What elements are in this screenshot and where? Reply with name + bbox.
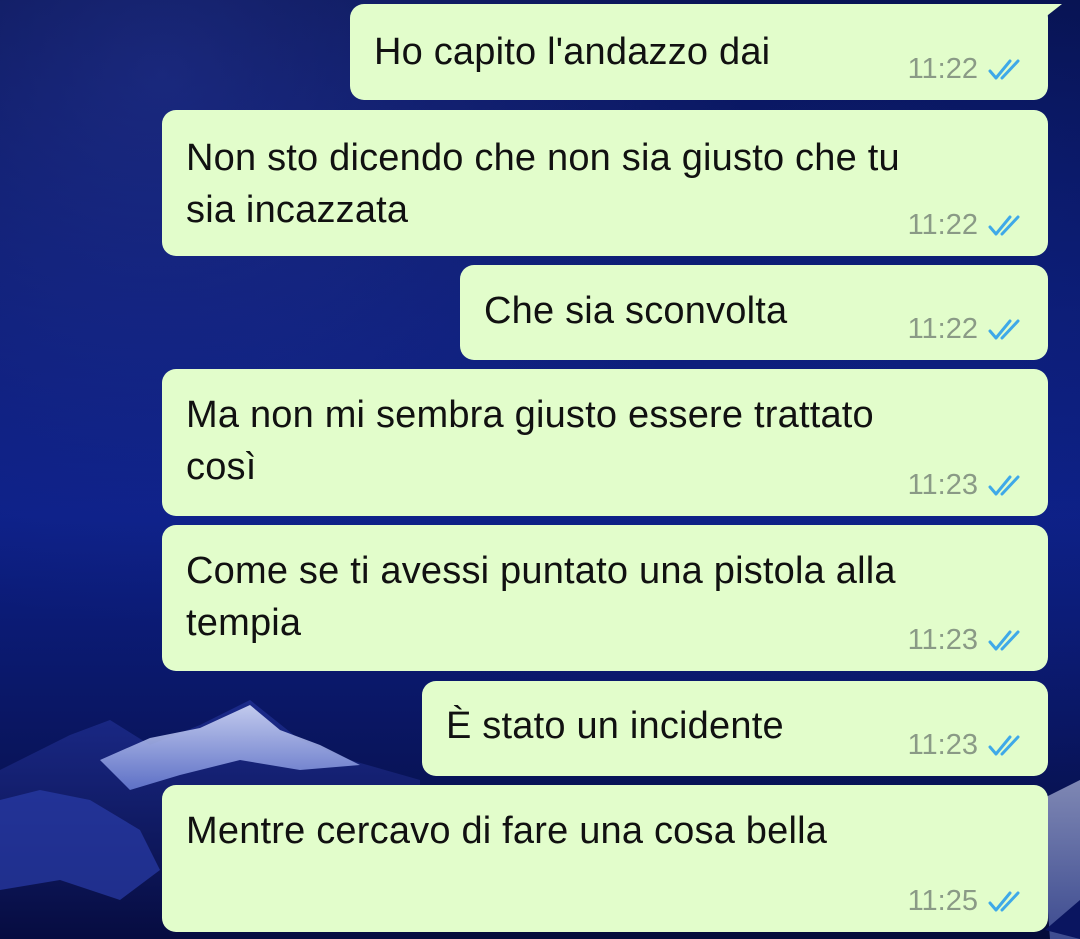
message-time: 11:22: [907, 313, 978, 345]
message-time: 11:23: [907, 469, 978, 501]
double-check-read-icon: [988, 319, 1020, 339]
message-text: Ma non mi sembra giusto essere trattato …: [186, 394, 874, 488]
outgoing-message[interactable]: Ho capito l'andazzo dai 11:22: [350, 4, 1062, 100]
outgoing-message[interactable]: Ma non mi sembra giusto essere trattato …: [162, 369, 1048, 516]
outgoing-message[interactable]: È stato un incidente 11:23: [422, 681, 1048, 776]
message-meta: 11:22: [908, 53, 1026, 86]
message-meta: 11:23: [908, 624, 1026, 657]
message-time: 11:23: [907, 624, 978, 656]
message-time: 11:22: [907, 209, 978, 241]
outgoing-message[interactable]: Non sto dicendo che non sia giusto che t…: [162, 110, 1048, 256]
message-text: Che sia sconvolta: [484, 290, 788, 332]
double-check-read-icon: [988, 215, 1020, 235]
outgoing-message[interactable]: Come se ti avessi puntato una pistola al…: [162, 525, 1048, 671]
double-check-read-icon: [988, 630, 1020, 650]
outgoing-message[interactable]: Mentre cercavo di fare una cosa bella 11…: [162, 785, 1048, 932]
message-meta: 11:22: [908, 313, 1026, 346]
message-time: 11:25: [907, 885, 978, 917]
message-time: 11:23: [907, 729, 978, 761]
double-check-read-icon: [988, 475, 1020, 495]
message-text: È stato un incidente: [446, 705, 784, 747]
message-time: 11:22: [907, 53, 978, 85]
double-check-read-icon: [988, 735, 1020, 755]
bubble-tail: [1034, 4, 1062, 26]
message-meta: 11:23: [908, 469, 1026, 502]
message-text: Mentre cercavo di fare una cosa bella: [186, 810, 828, 852]
double-check-read-icon: [988, 59, 1020, 79]
double-check-read-icon: [988, 891, 1020, 911]
message-meta: 11:22: [908, 209, 1026, 242]
message-text: Ho capito l'andazzo dai: [374, 31, 771, 73]
message-meta: 11:23: [908, 729, 1026, 762]
message-list[interactable]: Ho capito l'andazzo dai 11:22 Non sto di…: [0, 0, 1080, 939]
message-text: Non sto dicendo che non sia giusto che t…: [186, 137, 900, 231]
message-meta: 11:25: [908, 885, 1026, 918]
message-text: Come se ti avessi puntato una pistola al…: [186, 550, 896, 644]
outgoing-message[interactable]: Che sia sconvolta 11:22: [460, 265, 1048, 360]
